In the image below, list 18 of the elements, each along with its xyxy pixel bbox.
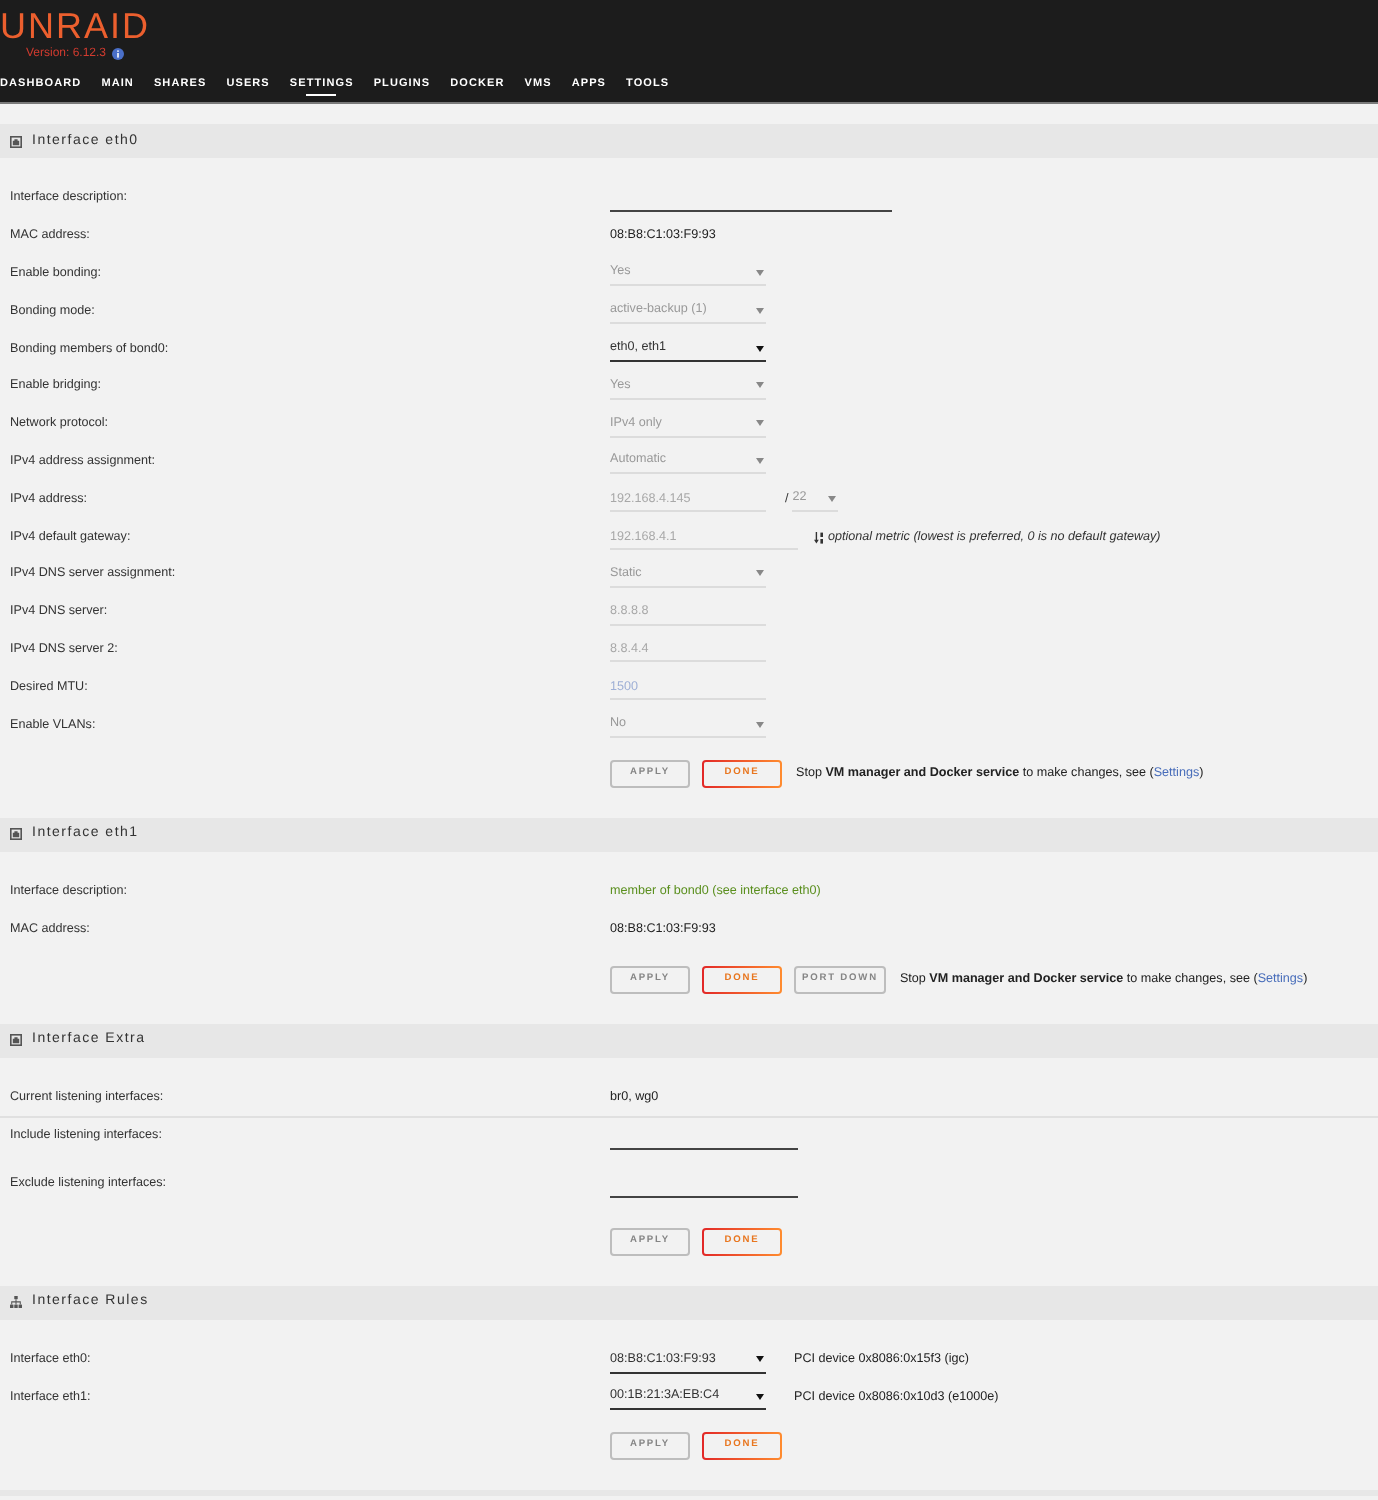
caret-icon bbox=[828, 495, 837, 502]
caret-icon bbox=[756, 570, 764, 577]
sort-icon bbox=[814, 531, 824, 544]
caret-icon bbox=[756, 1356, 764, 1363]
info-icon bbox=[112, 47, 125, 60]
logo: UNRAID bbox=[0, 7, 151, 44]
caret-icon bbox=[756, 457, 764, 464]
caret-icon bbox=[756, 420, 764, 427]
caret-icon bbox=[756, 721, 764, 728]
network-port-icon bbox=[10, 828, 22, 841]
network-port-icon bbox=[10, 1034, 22, 1047]
caret-icon bbox=[756, 382, 764, 389]
caret-icon bbox=[756, 1393, 764, 1400]
caret-icon bbox=[756, 307, 764, 314]
caret-icon bbox=[756, 269, 764, 276]
network-port-icon bbox=[10, 135, 22, 147]
caret-icon bbox=[756, 345, 764, 352]
sitemap-icon bbox=[10, 1296, 22, 1309]
